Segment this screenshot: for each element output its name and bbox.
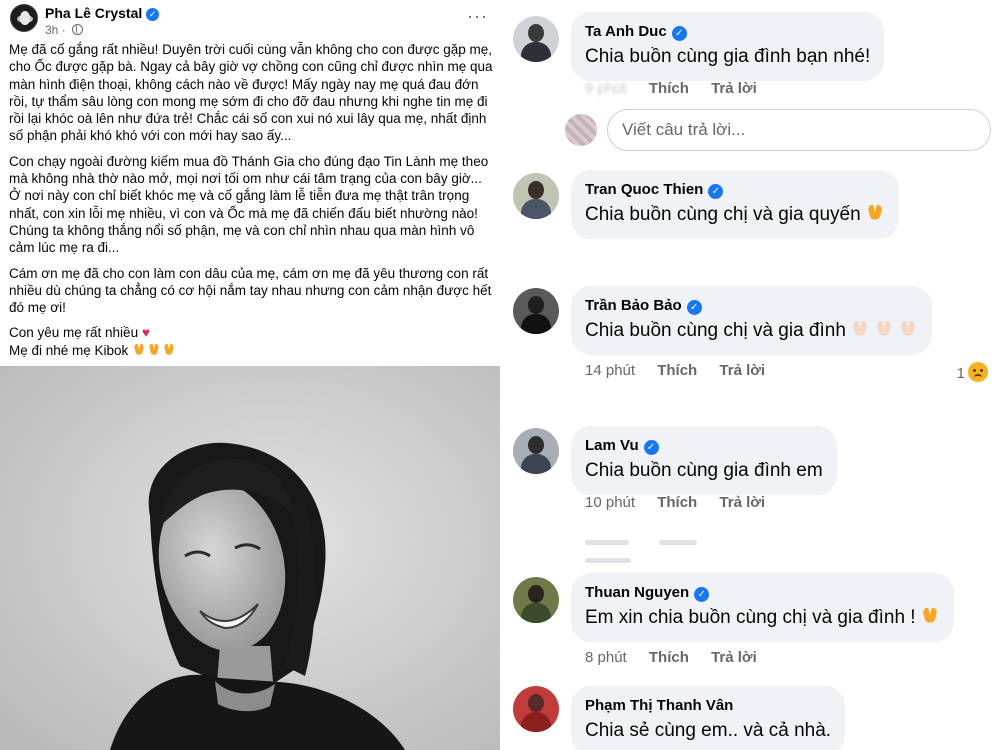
comment-bubble: Ta Anh Duc ✓ Chia buồn cùng gia đình bạn … — [571, 12, 885, 81]
commenter-name[interactable]: Tran Quoc Thien ✓ — [585, 180, 885, 199]
comment-time: 10 phút — [585, 494, 636, 511]
reaction-count[interactable]: 1 — [957, 362, 988, 382]
comment-text: Chia sẻ cùng em.. và cả nhà. — [585, 720, 832, 741]
comment-text: Em xin chia buồn cùng chị và gia đình ! — [585, 605, 940, 631]
verified-badge-icon: ✓ — [146, 8, 160, 21]
folded-hands-icon — [850, 319, 870, 339]
post-closing: Mẹ đi nhé mẹ Kibok — [9, 342, 493, 359]
comment-text: Chia buồn cùng chị và gia đình — [585, 318, 918, 344]
comment-actions: 14 phút Thích Trả lời — [585, 362, 783, 379]
post-paragraph: Mẹ đã cố gắng rất nhiều! Duyên trời cuối… — [9, 42, 493, 144]
like-button[interactable]: Thích — [657, 362, 697, 379]
commenter-name[interactable]: Trần Bảo Bảo ✓ — [585, 296, 918, 315]
reply-composer — [565, 109, 995, 151]
folded-hands-icon — [133, 343, 147, 357]
commenter-name[interactable]: Lam Vu ✓ — [585, 436, 823, 455]
reply-button[interactable]: Trả lời — [711, 649, 757, 666]
comment-text: Chia buồn cùng gia đình em — [585, 460, 823, 481]
portrait-photo-image — [0, 366, 500, 750]
more-options-button[interactable]: ··· — [467, 6, 488, 27]
reply-button[interactable]: Trả lời — [711, 80, 757, 97]
commenter-avatar[interactable] — [513, 288, 559, 334]
red-heart-icon: ♥ — [141, 325, 150, 341]
comment-actions: 8 phút Thích Trả lời — [585, 649, 775, 666]
like-button[interactable]: Thích — [649, 649, 689, 666]
post-timestamp[interactable]: 3h · — [45, 23, 84, 37]
post-paragraph: Cám ơn mẹ đã cho con làm con dâu của mẹ,… — [9, 265, 492, 316]
comment-bubble: Thuan Nguyen ✓ Em xin chia buồn cùng chị … — [571, 573, 954, 642]
comment-time: 9 phút — [585, 80, 627, 97]
commenter-avatar[interactable] — [513, 577, 559, 623]
current-user-avatar — [565, 114, 597, 146]
faded-overlap-line — [585, 540, 785, 563]
comment-text: Chia buồn cùng gia đình bạn nhé! — [585, 46, 871, 67]
comment-time: 14 phút — [585, 362, 636, 379]
verified-badge-icon: ✓ — [643, 440, 659, 455]
like-button[interactable]: Thích — [649, 80, 689, 97]
commenter-avatar[interactable] — [513, 173, 559, 219]
commenter-name[interactable]: Phạm Thị Thanh Vân — [585, 696, 831, 715]
comment-actions: 9 phút Thích Trả lời — [585, 80, 775, 97]
sad-reaction-icon — [968, 362, 988, 382]
comment-text: Chia buồn cùng chị và gia quyến — [585, 202, 885, 228]
commenter-avatar[interactable] — [513, 16, 559, 62]
commenter-avatar[interactable] — [513, 428, 559, 474]
post-text: Mẹ đã cố gắng rất nhiều! Duyên trời cuối… — [9, 41, 493, 359]
folded-hands-icon — [865, 203, 885, 223]
post-paragraph: Con chạy ngoài đường kiếm mua đồ Thánh G… — [9, 153, 489, 256]
folded-hands-icon — [898, 319, 918, 339]
folded-hands-icon — [920, 606, 940, 626]
comment-bubble: Tran Quoc Thien ✓ Chia buồn cùng chị và g… — [571, 170, 899, 239]
folded-hands-icon — [163, 343, 177, 357]
facebook-post: Pha Lê Crystal ✓ 3h · ··· Mẹ đã cố gắng r… — [0, 0, 500, 750]
globe-icon — [72, 24, 84, 35]
comment-bubble: Trần Bảo Bảo ✓ Chia buồn cùng chị và gia … — [571, 286, 932, 355]
folded-hands-icon — [148, 343, 162, 357]
verified-badge-icon: ✓ — [671, 26, 687, 41]
reply-button[interactable]: Trả lời — [719, 362, 765, 379]
commenter-name[interactable]: Ta Anh Duc ✓ — [585, 22, 870, 41]
commenter-name[interactable]: Thuan Nguyen ✓ — [585, 583, 940, 602]
post-author-avatar[interactable] — [10, 4, 38, 32]
reply-button[interactable]: Trả lời — [719, 494, 765, 511]
verified-badge-icon: ✓ — [686, 300, 702, 315]
verified-badge-icon: ✓ — [694, 587, 710, 602]
folded-hands-icon — [874, 319, 894, 339]
verified-badge-icon: ✓ — [708, 184, 724, 199]
comment-time: 8 phút — [585, 649, 627, 666]
reply-input[interactable] — [607, 109, 991, 151]
post-closing: Con yêu mẹ rất nhiều ♥ — [9, 325, 150, 341]
comment-actions: 10 phút Thích Trả lời — [585, 494, 783, 511]
like-button[interactable]: Thích — [657, 494, 697, 511]
comments-panel: Ta Anh Duc ✓ Chia buồn cùng gia đình bạn … — [505, 0, 1000, 750]
comment-bubble: Phạm Thị Thanh Vân Chia sẻ cùng em.. và … — [571, 686, 846, 750]
commenter-avatar[interactable] — [513, 686, 559, 732]
post-header: Pha Lê Crystal ✓ 3h · ··· — [10, 4, 490, 40]
post-author-name[interactable]: Pha Lê Crystal ✓ — [45, 5, 160, 21]
comment-bubble: Lam Vu ✓ Chia buồn cùng gia đình em — [571, 426, 837, 495]
post-photo[interactable] — [0, 366, 500, 750]
